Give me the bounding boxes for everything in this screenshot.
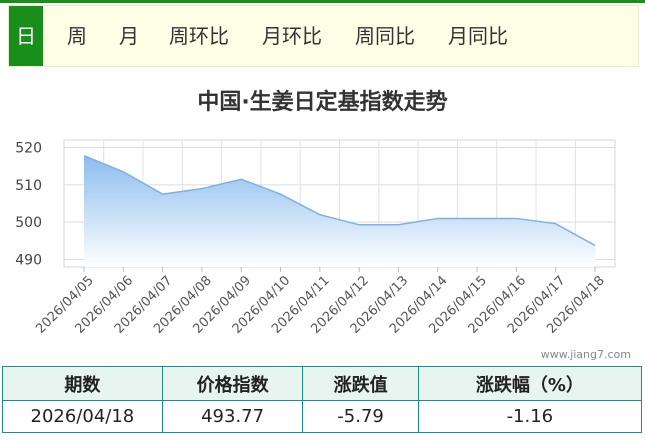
data-point (83, 154, 86, 157)
tab-week[interactable]: 周 (67, 6, 87, 66)
header-price-index: 价格指数 (161, 366, 304, 401)
cell-period: 2026/04/18 (2, 400, 163, 433)
data-point (515, 217, 518, 220)
tab-day[interactable]: 日 (9, 6, 43, 66)
summary-table: 期数 价格指数 涨跌值 涨跌幅（%） 2026/04/18 493.77 -5.… (2, 366, 643, 433)
chart-title: 中国·生姜日定基指数走势 (197, 90, 448, 115)
data-point (122, 170, 125, 173)
cell-price-index: 493.77 (161, 400, 304, 433)
top-accent-line (0, 0, 645, 3)
tab-week-year-on-year[interactable]: 周同比 (355, 6, 415, 66)
y-tick-label: 510 (15, 178, 42, 194)
data-point (554, 222, 557, 225)
data-point (476, 217, 479, 220)
cell-change-percent: -1.16 (417, 400, 643, 433)
table-header-row: 期数 价格指数 涨跌值 涨跌幅（%） (2, 366, 643, 401)
data-point (240, 178, 243, 181)
data-point (436, 217, 439, 220)
data-point (161, 193, 164, 196)
chart-area: 490 500 510 520 2026/04/05 2026/04/06 2026/04/… (0, 70, 645, 365)
tab-week-on-week[interactable]: 周环比 (169, 6, 229, 66)
data-point (358, 223, 361, 226)
y-tick-label: 490 (15, 253, 42, 269)
data-point (279, 193, 282, 196)
y-tick-label: 520 (15, 140, 42, 156)
header-change-value: 涨跌值 (302, 366, 419, 401)
header-period: 期数 (2, 366, 163, 401)
tab-month-year-on-year[interactable]: 月同比 (448, 6, 508, 66)
data-point (318, 213, 321, 216)
header-change-percent: 涨跌幅（%） (417, 366, 643, 401)
data-point (594, 244, 597, 247)
data-point (397, 223, 400, 226)
period-tabs: 日 周 月 周环比 月环比 周同比 月同比 (8, 5, 639, 67)
cell-change-value: -5.79 (302, 400, 419, 433)
tab-month[interactable]: 月 (119, 6, 139, 66)
tab-month-on-month[interactable]: 月环比 (262, 6, 322, 66)
watermark: www.jiang7.com (540, 348, 631, 361)
table-row: 2026/04/18 493.77 -5.79 -1.16 (2, 400, 643, 433)
y-tick-label: 500 (15, 215, 42, 231)
data-point (200, 187, 203, 190)
